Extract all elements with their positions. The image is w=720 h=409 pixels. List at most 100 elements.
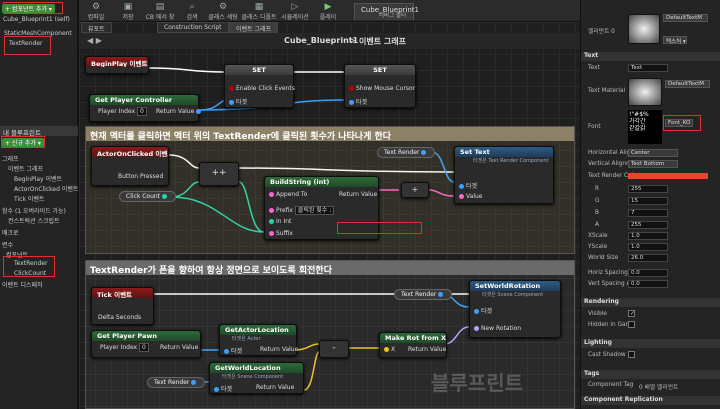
pin-enable-click[interactable]: Enable Click Events [227,85,295,92]
node-getactorlocation[interactable]: GetActorLocation 타겟은 Actor 타겟 Return Val… [219,324,298,356]
node-setworldrotation[interactable]: SetWorldRotation 타겟은 Scene Component 타겟 … [469,280,561,338]
pin-new-rotation[interactable]: New Rotation [472,325,521,332]
section-tags[interactable]: Tags [581,370,720,379]
pin-gpp-return[interactable]: Return Value [160,344,198,351]
section-macros[interactable]: 매크로 [2,228,19,237]
node-subtract[interactable]: - [319,340,349,358]
node-getplayerpawn[interactable]: Get Player Pawn Player Index 0 Return Va… [91,330,201,358]
material-dropdown[interactable]: DefaultTextM [663,14,708,22]
node-get-clickcount[interactable]: Click Count [119,191,177,202]
section-replication[interactable]: Component Replication [581,396,720,405]
player-index-value[interactable]: 0 [137,107,147,116]
compile-button[interactable]: ⚙ 컴파일 [83,2,109,21]
pin-bs-return[interactable]: Return Value [339,191,377,198]
event-onclicked[interactable]: ActorOnClicked 이벤트 [14,184,78,193]
section-functions[interactable]: 함수 (1 오버라이드 가능) [2,206,66,215]
section-variables[interactable]: 변수 [2,240,13,249]
h-align-dropdown[interactable]: Center [628,149,678,157]
defaults-icon: ▦ [254,2,264,12]
node-onclicked[interactable]: ActorOnClicked 이벤트 Button Pressed [91,146,169,186]
material-sub-dropdown[interactable]: 텍스처 ▾ [663,36,687,45]
cast-shadow-checkbox[interactable] [628,351,635,358]
pin-settext-target[interactable]: 타겟 [457,181,477,190]
pin-append-to[interactable]: Append To [267,191,307,198]
pin-gal-target[interactable]: 타겟 [222,346,242,355]
pin-in-int[interactable]: In Int [267,218,291,225]
highlight-variables [3,256,55,277]
node-tick[interactable]: Tick 이벤트 Delta Seconds [91,287,154,325]
text-material-dropdown[interactable]: DefaultTextM [665,80,710,88]
pin-settext-value[interactable]: Value [457,193,482,200]
node-buildstring-title: BuildString (int) [265,177,378,187]
pin-gwl-return[interactable]: Return Value [256,384,294,391]
pin-suffix[interactable]: Suffix [267,230,293,237]
yscale-input[interactable]: 1.0 [628,243,668,251]
node-get-textrender-2[interactable]: Text Render [394,289,453,300]
play-button[interactable]: ▶ 플레이 [315,2,341,21]
graph-editor[interactable]: 뷰포트 Construction Script 이벤트 그래프 ◀ ▶ Cube… [79,22,580,409]
hidden-checkbox[interactable] [628,321,635,328]
construction-script-item[interactable]: 컨스트럭션 스크립트 [8,216,60,225]
save-button[interactable]: ▣ 저장 [115,2,141,21]
b-input[interactable]: 7 [628,209,668,217]
horiz-spacing-input[interactable]: 0.0 [628,269,668,277]
color-swatch[interactable] [628,173,708,179]
event-tick[interactable]: Tick 이벤트 [14,194,44,203]
node-settext[interactable]: Set Text 타겟은 Text Render Component 타겟 Va… [454,146,554,204]
section-lighting[interactable]: Lighting [581,339,720,348]
root-component[interactable]: Cube_Blueprint1 (self) [3,16,70,23]
pin-gwl-target[interactable]: 타겟 [212,384,232,393]
prefix-value-input[interactable]: 클릭된 횟수 : [294,206,335,215]
pin-makerot-x[interactable]: X [382,346,395,353]
node-append[interactable]: + [401,182,429,198]
material-thumbnail[interactable] [628,14,660,44]
simulate-button[interactable]: ▷ 시뮬레이션 [279,2,311,21]
node-set-enable-click[interactable]: SET Enable Click Events 타겟 [224,64,295,108]
section-rendering[interactable]: Rendering [581,298,720,307]
r-label: R [595,186,600,192]
font-preview[interactable]: !"#$% 가각간 갇갈갉 [628,110,662,144]
r-input[interactable]: 255 [628,185,668,193]
gpp-index-value[interactable]: 0 [139,343,149,352]
text-material-thumbnail[interactable] [628,78,662,106]
pin-button-pressed[interactable]: Button Pressed [118,173,163,180]
node-makerot[interactable]: Make Rot from X X Return Value [379,332,447,358]
search-button[interactable]: ⌕ 검색 [179,2,205,21]
event-graph-item[interactable]: 이벤트 그래프 [8,164,43,173]
pin-gal-return[interactable]: Return Value [260,346,298,353]
find-in-cb-button[interactable]: ▤CB 에서 찾기 [143,2,177,30]
xscale-input[interactable]: 1.0 [628,232,668,240]
visible-checkbox[interactable]: ✓ [628,310,635,317]
node-beginplay[interactable]: BeginPlay 이벤트 [85,56,149,74]
section-text[interactable]: Text [581,52,720,61]
node-getplayercontroller[interactable]: Get Player Controller Player Index 0 Ret… [89,94,202,122]
pin-delta-seconds[interactable]: Delta Seconds [98,314,141,321]
pin-player-index[interactable]: Player Index 0 [98,107,147,116]
section-graphs[interactable]: 그래프 [2,154,19,163]
node-get-textrender-1[interactable]: Text Render [377,147,436,158]
v-align-dropdown[interactable]: Text Bottom [628,160,678,168]
toolbar: ⚙컴파일 ▣저장 ▤CB 에서 찾기 ⌕검색 ⚙클래스 세팅 ▦클래스 디폴트 … [79,0,580,30]
pin-gpp-index[interactable]: Player Index 0 [100,343,149,352]
pin-makerot-return[interactable]: Return Value [408,346,446,353]
pin-show-mouse[interactable]: Show Mouse Cursor [347,85,415,92]
g-input[interactable]: 15 [628,197,668,205]
highlight-add-new [1,136,45,148]
pin-return-value[interactable]: Return Value [156,108,203,115]
class-defaults-button[interactable]: ▦ 클래스 디폴트 [241,2,277,21]
pin-prefix[interactable]: Prefix 클릭된 횟수 : [267,205,335,215]
class-settings-button[interactable]: ⚙ 클래스 세팅 [207,2,239,21]
node-get-textrender-3[interactable]: Text Render [147,377,206,388]
a-input[interactable]: 255 [628,221,668,229]
pin-swr-target[interactable]: 타겟 [472,306,492,315]
node-getworldlocation[interactable]: GetWorldLocation 타겟은 Scene Component 타겟 … [209,362,304,394]
event-beginplay[interactable]: BeginPlay 이벤트 [14,174,62,183]
text-input[interactable]: Text [628,64,668,72]
pin-target-1[interactable]: 타겟 [227,97,247,106]
pin-target-2[interactable]: 타겟 [347,97,367,106]
worldsize-input[interactable]: 26.0 [628,254,668,262]
node-set-show-mouse[interactable]: SET Show Mouse Cursor 타겟 [344,64,416,108]
vert-spacing-input[interactable]: 0.0 [628,280,668,288]
node-increment[interactable]: ++ [199,162,239,186]
section-dispatchers[interactable]: 이벤트 디스패처 [2,280,43,289]
